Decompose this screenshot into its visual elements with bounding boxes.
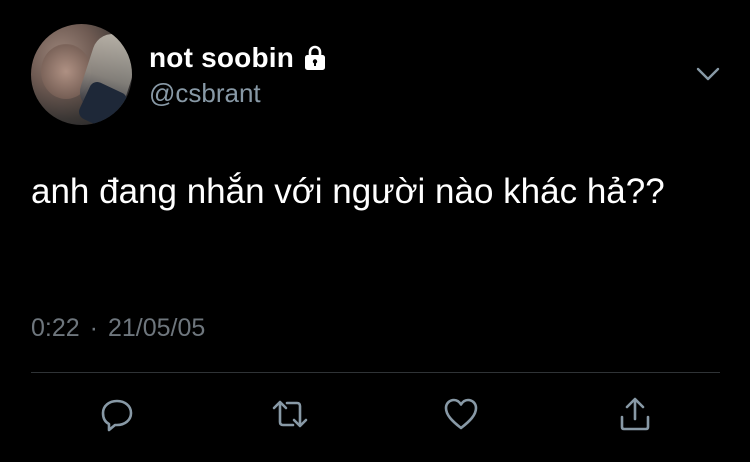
tweet-meta: 0:22 · 21/05/05 <box>31 314 205 343</box>
tweet-time[interactable]: 0:22 <box>31 314 80 343</box>
heart-icon <box>442 395 480 438</box>
retweet-icon <box>271 395 309 438</box>
reply-icon <box>98 395 136 438</box>
tweet-date[interactable]: 21/05/05 <box>108 314 205 343</box>
tweet-card: not soobin @csbrant anh đang nhắn với ng… <box>0 0 750 462</box>
reply-button[interactable] <box>97 396 137 436</box>
avatar[interactable] <box>31 24 132 125</box>
display-name[interactable]: not soobin <box>149 42 294 74</box>
share-icon <box>616 395 654 438</box>
author-name-row: not soobin <box>149 40 327 76</box>
handle[interactable]: @csbrant <box>149 78 261 109</box>
tweet-text: anh đang nhắn với người nào khác hả?? <box>31 172 665 211</box>
lock-icon <box>303 44 327 72</box>
divider <box>31 372 720 373</box>
retweet-button[interactable] <box>270 396 310 436</box>
like-button[interactable] <box>441 396 481 436</box>
meta-separator: · <box>89 314 98 342</box>
share-button[interactable] <box>615 396 655 436</box>
chevron-down-icon[interactable] <box>694 62 722 86</box>
